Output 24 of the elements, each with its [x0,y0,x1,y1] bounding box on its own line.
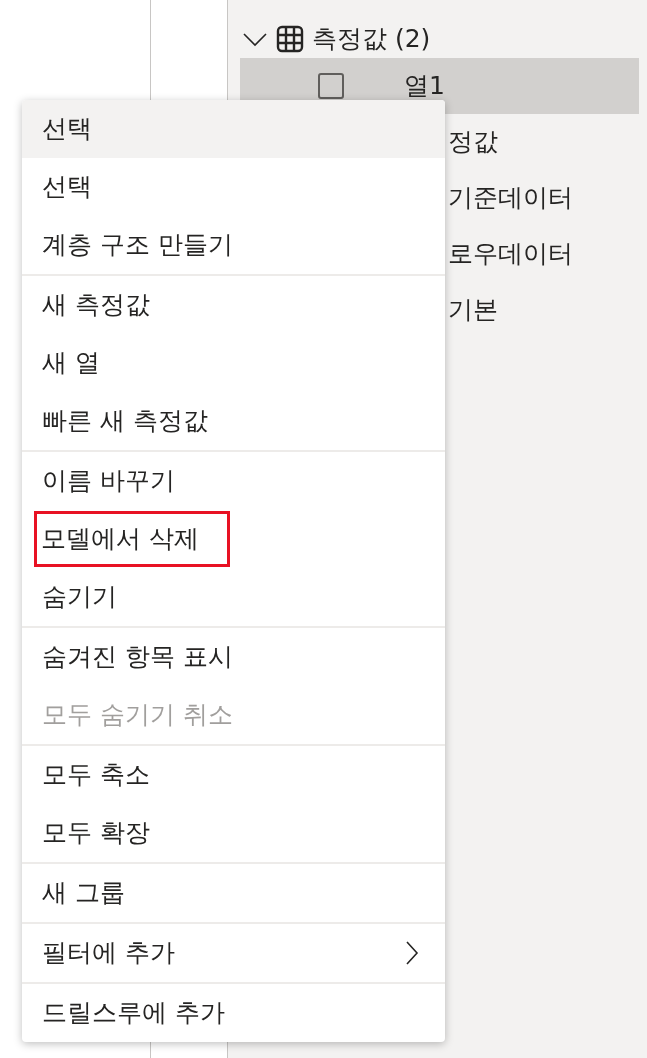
chevron-down-icon[interactable] [242,31,268,47]
field-label: 기본 [448,294,498,327]
menu-item[interactable]: 숨겨진 항목 표시 [22,628,445,686]
menu-header: 선택 [22,100,445,158]
menu-item[interactable]: 필터에 추가 [22,924,445,982]
chevron-right-icon [405,940,419,966]
menu-item[interactable]: 새 열 [22,334,445,392]
menu-item[interactable]: 숨기기 [22,568,445,626]
menu-item[interactable]: 모델에서 삭제 [22,510,445,568]
menu-item[interactable]: 빠른 새 측정값 [22,392,445,450]
menu-item[interactable]: 드릴스루에 추가 [22,984,445,1042]
field-label: 정값 [448,126,498,159]
menu-item[interactable]: 새 측정값 [22,276,445,334]
menu-item[interactable]: 선택 [22,158,445,216]
field-label: 로우데이터 [448,238,573,271]
menu-item[interactable]: 모두 축소 [22,746,445,804]
menu-item[interactable]: 계층 구조 만들기 [22,216,445,274]
field-label: 열1 [404,70,445,103]
menu-item[interactable]: 이름 바꾸기 [22,452,445,510]
table-icon [276,25,304,53]
menu-item[interactable]: 모두 확장 [22,804,445,862]
menu-item[interactable]: 새 그룹 [22,864,445,922]
group-label[interactable]: 측정값 (2) [312,20,431,58]
field-label: 기준데이터 [448,182,573,215]
